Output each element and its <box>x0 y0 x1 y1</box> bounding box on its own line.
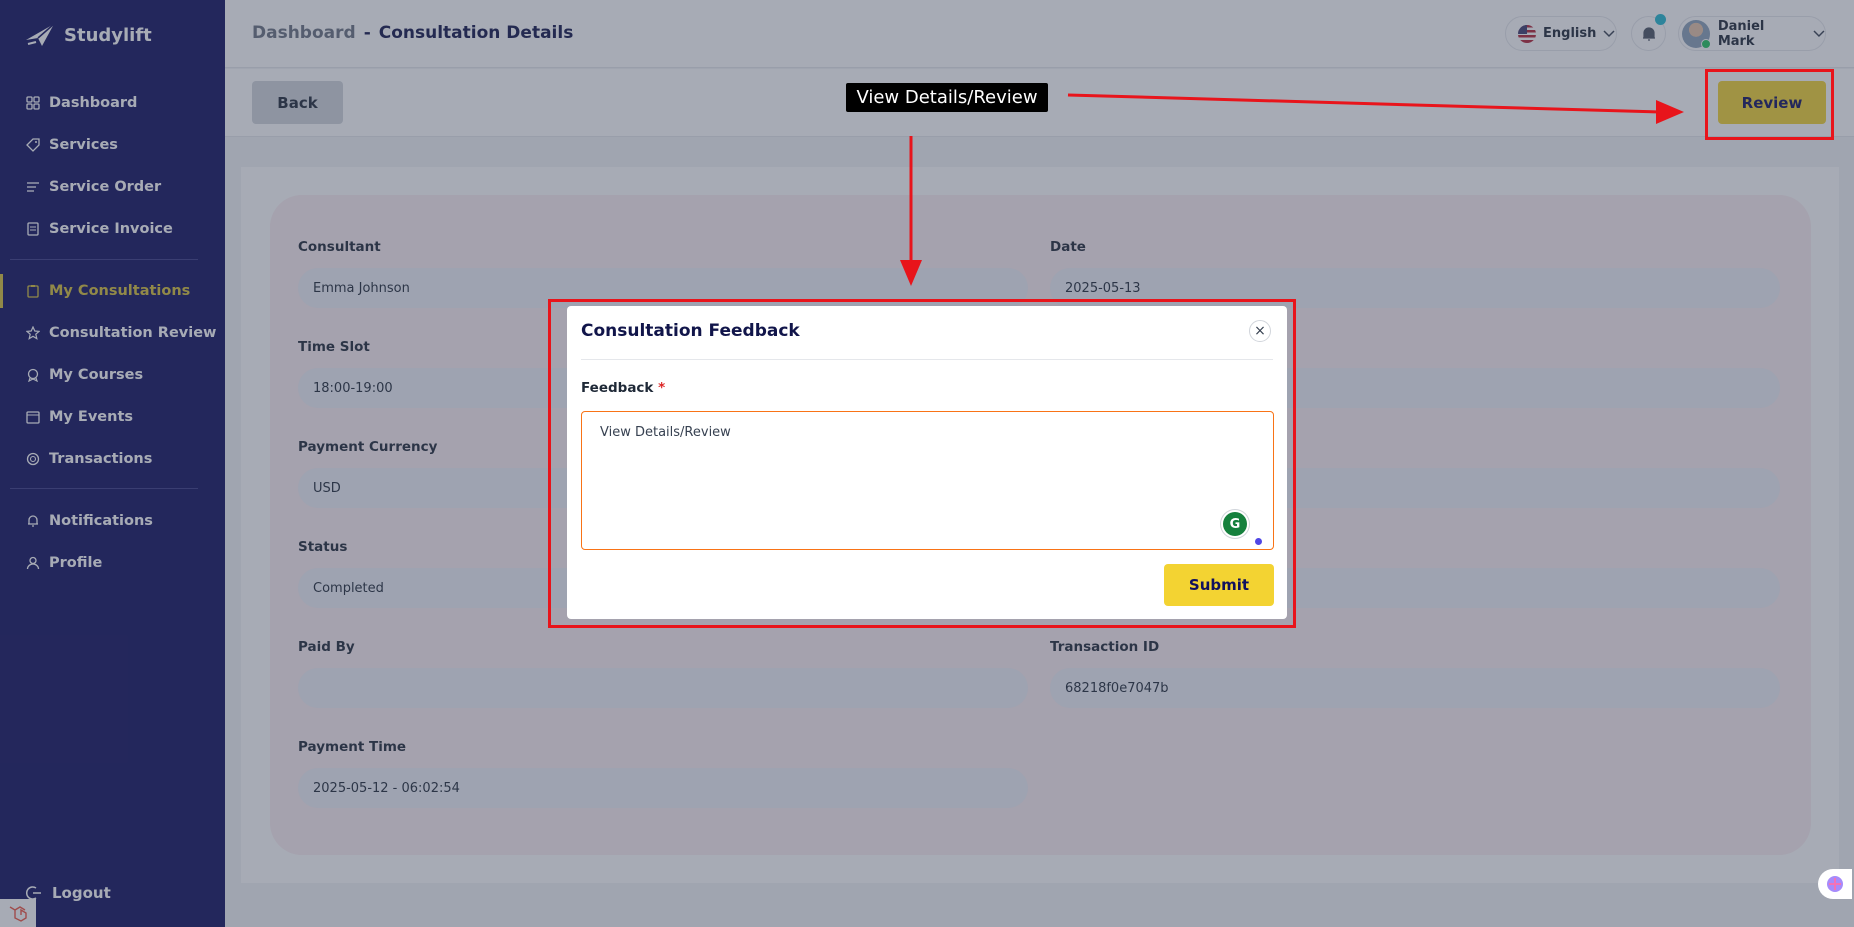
annotation-arrows <box>900 93 1684 286</box>
ai-assistant-icon[interactable] <box>1818 869 1852 899</box>
